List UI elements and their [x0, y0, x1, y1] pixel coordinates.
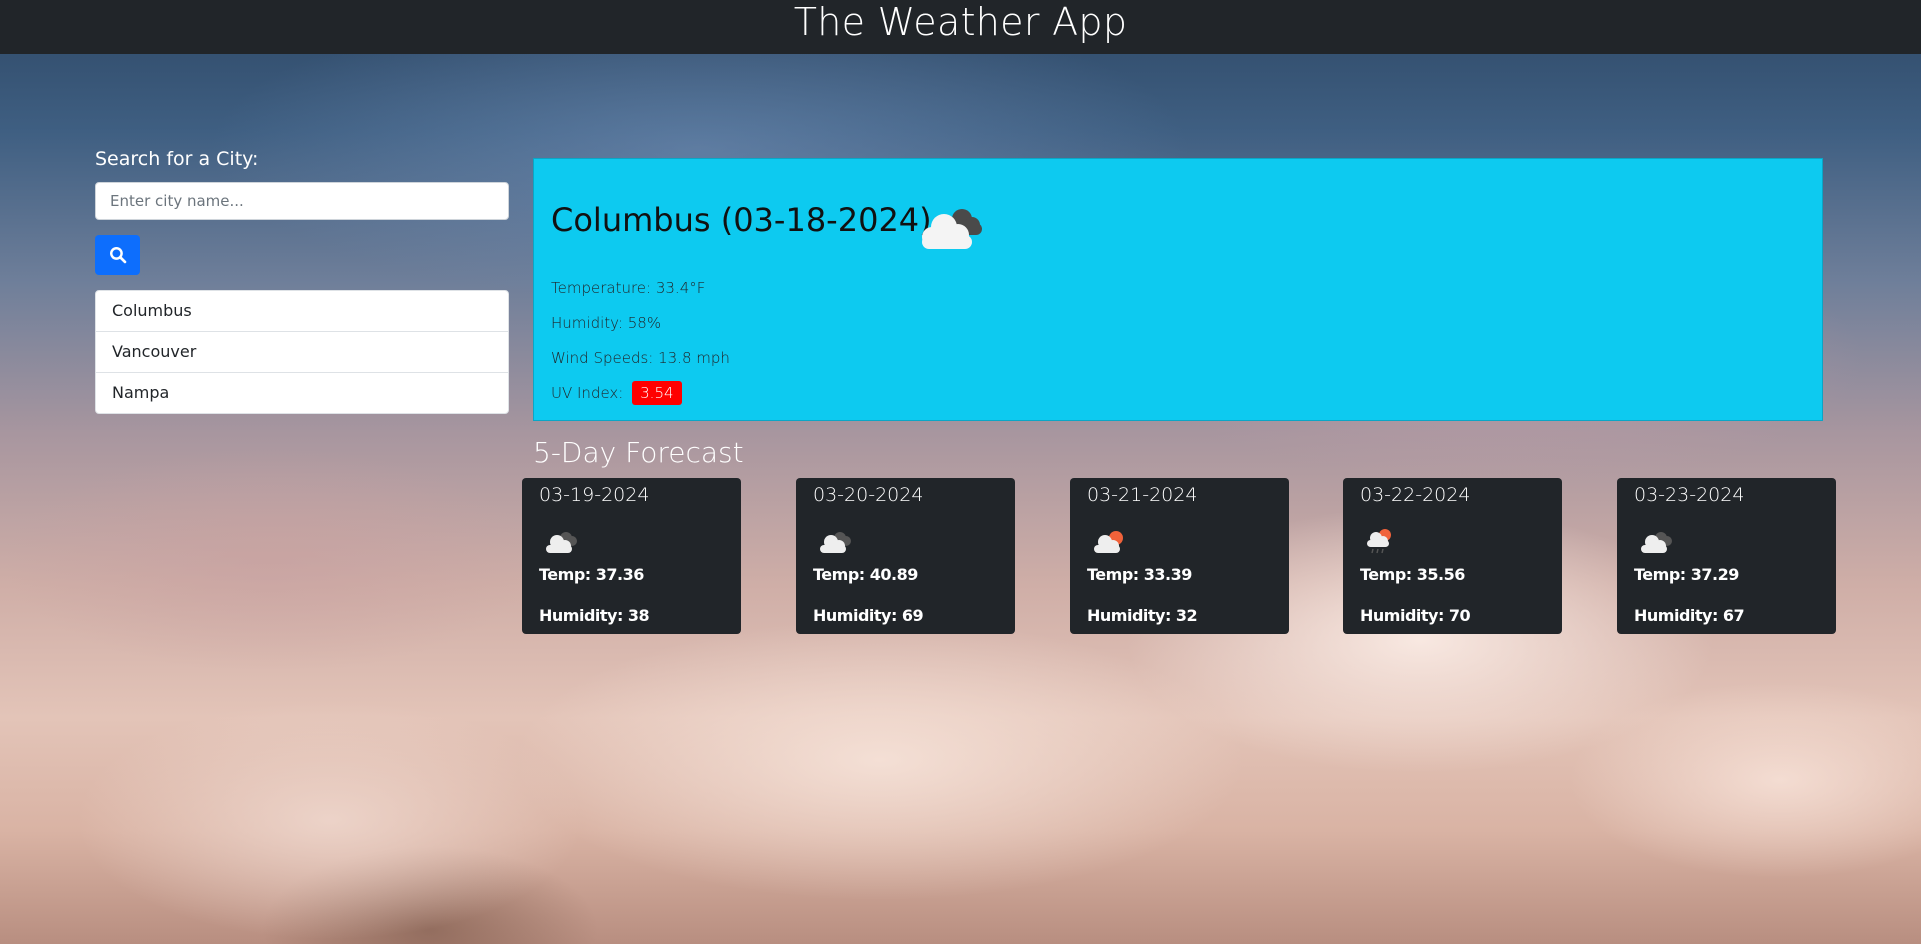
- forecast-date: 03-23-2024: [1634, 484, 1745, 506]
- forecast-date: 03-21-2024: [1087, 484, 1198, 506]
- forecast-humidity: Humidity: 70: [1360, 606, 1471, 625]
- history-item-nampa[interactable]: Nampa: [96, 373, 508, 413]
- forecast-temp: Temp: 37.29: [1634, 565, 1739, 584]
- forecast-card: 03-23-2024 Temp: 37.29 Humidity: 67: [1617, 478, 1836, 634]
- broken-clouds-icon: [1641, 532, 1672, 553]
- search-history-list: Columbus Vancouver Nampa: [95, 290, 509, 414]
- search-label: Search for a City:: [95, 148, 259, 170]
- history-item-vancouver[interactable]: Vancouver: [96, 332, 508, 373]
- city-search-input[interactable]: [95, 182, 509, 220]
- current-wind-speed: Wind Speeds: 13.8 mph: [551, 349, 730, 367]
- app-header: The Weather App: [0, 0, 1921, 54]
- forecast-card: 03-19-2024 Temp: 37.36 Humidity: 38: [522, 478, 741, 634]
- search-button[interactable]: [95, 235, 140, 275]
- forecast-temp: Temp: 35.56: [1360, 565, 1465, 584]
- current-weather-card: Columbus (03-18-2024) Temperature: 33.4°…: [533, 158, 1823, 421]
- forecast-humidity: Humidity: 69: [813, 606, 924, 625]
- broken-clouds-icon: [546, 532, 577, 553]
- forecast-temp: Temp: 33.39: [1087, 565, 1192, 584]
- forecast-card: 03-22-2024 Temp: 35.56 Humidity: 70: [1343, 478, 1562, 634]
- forecast-temp: Temp: 40.89: [813, 565, 918, 584]
- forecast-temp: Temp: 37.36: [539, 565, 644, 584]
- search-icon: [109, 247, 126, 264]
- forecast-date: 03-19-2024: [539, 484, 650, 506]
- forecast-title: 5-Day Forecast: [533, 436, 744, 469]
- current-uv-index: UV Index: 3.54: [551, 381, 682, 405]
- forecast-humidity: Humidity: 67: [1634, 606, 1745, 625]
- forecast-card: 03-20-2024 Temp: 40.89 Humidity: 69: [796, 478, 1015, 634]
- forecast-humidity: Humidity: 38: [539, 606, 650, 625]
- forecast-card: 03-21-2024 Temp: 33.39 Humidity: 32: [1070, 478, 1289, 634]
- current-city-date: Columbus (03-18-2024): [551, 201, 932, 239]
- broken-clouds-icon: [922, 209, 982, 249]
- current-humidity: Humidity: 58%: [551, 314, 662, 332]
- app-title: The Weather App: [793, 0, 1128, 44]
- forecast-date: 03-22-2024: [1360, 484, 1471, 506]
- broken-clouds-icon: [820, 532, 851, 553]
- forecast-date: 03-20-2024: [813, 484, 924, 506]
- few-clouds-day-icon: [1094, 531, 1123, 553]
- uv-index-label: UV Index:: [551, 384, 624, 402]
- rain-day-icon: [1367, 529, 1391, 554]
- uv-index-badge: 3.54: [632, 381, 682, 405]
- forecast-humidity: Humidity: 32: [1087, 606, 1198, 625]
- history-item-columbus[interactable]: Columbus: [96, 291, 508, 332]
- current-temperature: Temperature: 33.4°F: [551, 279, 706, 297]
